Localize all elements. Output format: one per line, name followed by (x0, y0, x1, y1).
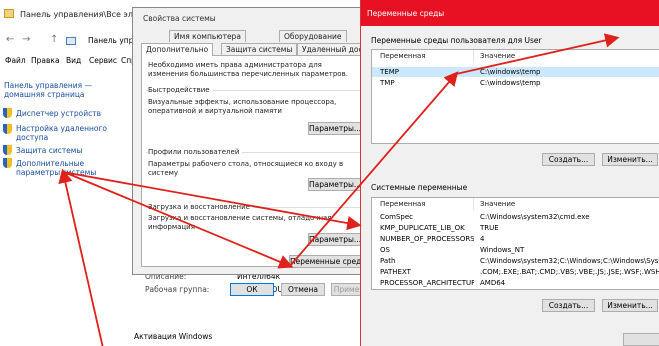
forward-arrow-icon[interactable]: → (22, 34, 30, 45)
profiles-settings-button[interactable]: Параметры... (308, 178, 361, 191)
variable-value: C:\Windows\system32;C:\Windows;C:\Window… (480, 257, 659, 265)
variable-value: C:\Windows\system32\cmd.exe (480, 213, 590, 221)
shield-icon (3, 145, 12, 155)
tab-system-protection[interactable]: Защита системы (221, 43, 298, 55)
column-divider (473, 50, 474, 62)
menu-tools[interactable]: Сервис (89, 56, 117, 65)
env-ok-button[interactable] (623, 333, 659, 346)
navigation-bar: ← → ↑ Панель управл (0, 34, 147, 50)
control-panel-home-link[interactable]: Панель управления — домашняя страница (4, 81, 114, 99)
user-variable-row[interactable]: TEMP C:\windows\temp (372, 67, 659, 77)
system-properties-title: Свойства системы (143, 14, 216, 23)
performance-text: Визуальные эффекты, использование процес… (148, 98, 337, 115)
tab-advanced[interactable]: Дополнительно (141, 43, 214, 56)
tab-remote[interactable]: Удаленный досту (297, 43, 367, 55)
variable-name: NUMBER_OF_PROCESSORS (380, 235, 474, 243)
env-title: Переменные среды (367, 9, 445, 18)
startup-text: Загрузка и восстановление системы, отлад… (148, 214, 332, 231)
variable-name: TMP (380, 79, 395, 87)
system-variables-label: Системные переменные (371, 183, 468, 192)
user-variables-list: Переменная Значение TEMP C:\windows\temp T… (371, 49, 659, 144)
variable-name: PATHEXT (380, 268, 411, 276)
environment-variables-dialog: Переменные среды Переменные среды пользо… (360, 0, 659, 346)
variable-value: .COM;.EXE;.BAT;.CMD;.VBS;.VBE;.JS;.JSE;.… (480, 268, 659, 276)
windows-activation-heading: Активация Windows (134, 332, 213, 341)
folder-icon (4, 9, 14, 18)
system-col-value[interactable]: Значение (480, 198, 515, 210)
shield-icon (3, 158, 12, 168)
variable-name: KMP_DUPLICATE_LIB_OK (380, 224, 465, 232)
variable-name: Path (380, 257, 396, 265)
user-col-variable[interactable]: Переменная (380, 50, 426, 62)
cancel-button[interactable]: Отмена (281, 283, 325, 296)
performance-title: Быстродействие (148, 86, 213, 95)
user-col-value[interactable]: Значение (480, 50, 515, 62)
system-variable-row[interactable]: Path C:\Windows\system32;C:\Windows;C:\Wi… (372, 256, 659, 266)
control-panel-icon (66, 37, 76, 45)
shield-icon (3, 108, 12, 118)
system-variables-list: Переменная Значение ComSpec C:\Windows\sy… (371, 197, 659, 290)
remote-settings-link[interactable]: Настройка удаленного доступа (16, 124, 111, 142)
environment-variables-button[interactable]: Переменные среды... (289, 255, 363, 268)
system-new-button[interactable]: Создать... (542, 299, 595, 312)
admin-notice: Необходимо иметь права администратора дл… (148, 61, 348, 78)
user-edit-button[interactable]: Изменить... (602, 153, 658, 166)
advanced-system-settings-link[interactable]: Дополнительные параметры системы (16, 159, 126, 177)
system-properties-dialog: Свойства системы Имя компьютера Оборудов… (132, 7, 372, 296)
env-titlebar: Переменные среды (361, 0, 659, 26)
variable-value: C:\windows\temp (480, 68, 541, 76)
user-new-button[interactable]: Создать... (542, 153, 595, 166)
shield-icon (3, 124, 12, 134)
system-variable-row[interactable]: PROCESSOR_ARCHITECTURE AMD64 (372, 278, 659, 288)
ok-button[interactable]: ОК (230, 283, 274, 296)
back-arrow-icon[interactable]: ← (6, 34, 14, 45)
system-variable-row[interactable]: OS Windows_NT (372, 245, 659, 255)
profiles-text: Параметры рабочего стола, относящиеся ко… (148, 160, 344, 177)
menu-file[interactable]: Файл (5, 56, 26, 65)
variable-name: PROCESSOR_ARCHITECTURE (380, 279, 474, 287)
system-variable-row[interactable]: ComSpec C:\Windows\system32\cmd.exe (372, 212, 659, 222)
system-variable-row[interactable]: KMP_DUPLICATE_LIB_OK TRUE (372, 223, 659, 233)
tab-hardware[interactable]: Оборудование (279, 30, 347, 42)
up-arrow-icon[interactable]: ↑ (50, 34, 58, 45)
advanced-tab-panel: Необходимо иметь права администратора дл… (141, 55, 367, 268)
workgroup-label: Рабочая группа: (145, 285, 210, 294)
startup-title: Загрузка и восстановление (148, 203, 253, 212)
variable-value: AMD64 (480, 279, 506, 287)
menu-view[interactable]: Вид (66, 56, 81, 65)
menu-edit[interactable]: Правка (31, 56, 60, 65)
variable-value: Windows_NT (480, 246, 525, 254)
user-variable-row[interactable]: TMP C:\windows\temp (372, 78, 659, 88)
system-variable-row[interactable]: PATHEXT .COM;.EXE;.BAT;.CMD;.VBS;.VBE;.JS… (372, 267, 659, 277)
performance-settings-button[interactable]: Параметры... (308, 122, 361, 135)
system-col-variable[interactable]: Переменная (380, 198, 426, 210)
column-divider (473, 198, 474, 210)
variable-name: ComSpec (380, 213, 414, 221)
variable-name: TEMP (380, 68, 399, 76)
variable-value: TRUE (480, 224, 499, 232)
variable-name: OS (380, 246, 390, 254)
user-variables-label: Переменные среды пользователя для User (371, 36, 542, 45)
device-manager-link[interactable]: Диспетчер устройств (16, 109, 101, 118)
startup-settings-button[interactable]: Параметры... (308, 233, 361, 246)
system-protection-link[interactable]: Защита системы (16, 146, 82, 155)
system-variable-row[interactable]: NUMBER_OF_PROCESSORS 4 (372, 234, 659, 244)
variable-value: C:\windows\temp (480, 79, 541, 87)
profiles-title: Профили пользователей (148, 148, 243, 157)
tab-computer-name[interactable]: Имя компьютера (169, 30, 246, 42)
system-edit-button[interactable]: Изменить... (602, 299, 658, 312)
variable-value: 4 (480, 235, 485, 243)
